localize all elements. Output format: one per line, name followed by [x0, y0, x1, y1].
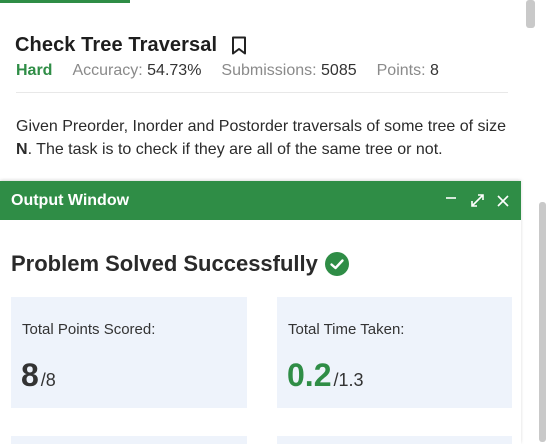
stat-card-partial	[11, 436, 247, 444]
points-stat: Points: 8	[377, 62, 439, 80]
time-taken-value: 0.2 /1.3	[287, 357, 364, 394]
description-text-1: Given Preorder, Inorder and Postorder tr…	[16, 118, 507, 135]
result-title: Problem Solved Successfully	[11, 251, 318, 276]
time-taken-label: Total Time Taken:	[288, 321, 405, 338]
points-scored-label: Total Points Scored:	[22, 321, 156, 338]
output-scrollbar[interactable]	[539, 202, 546, 442]
time-taken-number: 0.2	[287, 357, 332, 393]
output-window-title: Output Window	[11, 191, 130, 209]
points-label: Points:	[376, 62, 426, 79]
accuracy-value: 54.73%	[147, 62, 202, 79]
points-scored-card: Total Points Scored: 8 /8	[11, 297, 247, 408]
problem-description: Given Preorder, Inorder and Postorder tr…	[16, 115, 516, 161]
submissions-label: Submissions:	[221, 62, 317, 79]
expand-icon[interactable]	[469, 193, 485, 209]
divider	[16, 92, 508, 93]
scrollbar-thumb[interactable]	[526, 0, 535, 28]
time-taken-card: Total Time Taken: 0.2 /1.3	[277, 297, 512, 408]
description-text-2: . The task is to check if they are all o…	[27, 141, 443, 158]
accuracy-stat: Accuracy: 54.73%	[72, 62, 201, 80]
check-circle-icon	[324, 252, 349, 276]
time-taken-total: /1.3	[333, 370, 364, 390]
submissions-value: 5085	[321, 62, 357, 79]
top-accent-bar	[0, 0, 130, 3]
window-controls	[443, 193, 511, 209]
minimize-icon[interactable]	[443, 193, 459, 209]
points-scored-number: 8	[21, 357, 39, 393]
accuracy-label: Accuracy:	[72, 62, 143, 79]
problem-meta: Hard Accuracy: 54.73% Submissions: 5085 …	[16, 62, 459, 80]
problem-header: Check Tree Traversal	[15, 34, 247, 57]
points-scored-value: 8 /8	[21, 357, 56, 394]
submissions-stat: Submissions: 5085	[221, 62, 356, 80]
close-icon[interactable]	[495, 193, 511, 209]
problem-title: Check Tree Traversal	[15, 34, 218, 56]
points-value: 8	[430, 62, 439, 79]
difficulty-badge: Hard	[16, 62, 53, 79]
output-window: Output Window Problem Solved Successfull…	[0, 181, 521, 444]
points-scored-total: /8	[40, 370, 56, 390]
result-heading-row: Problem Solved Successfully	[11, 251, 349, 277]
bookmark-icon[interactable]	[231, 36, 247, 55]
output-window-header[interactable]: Output Window	[0, 181, 521, 220]
stat-card-partial	[277, 436, 512, 444]
description-variable: N	[16, 141, 28, 158]
